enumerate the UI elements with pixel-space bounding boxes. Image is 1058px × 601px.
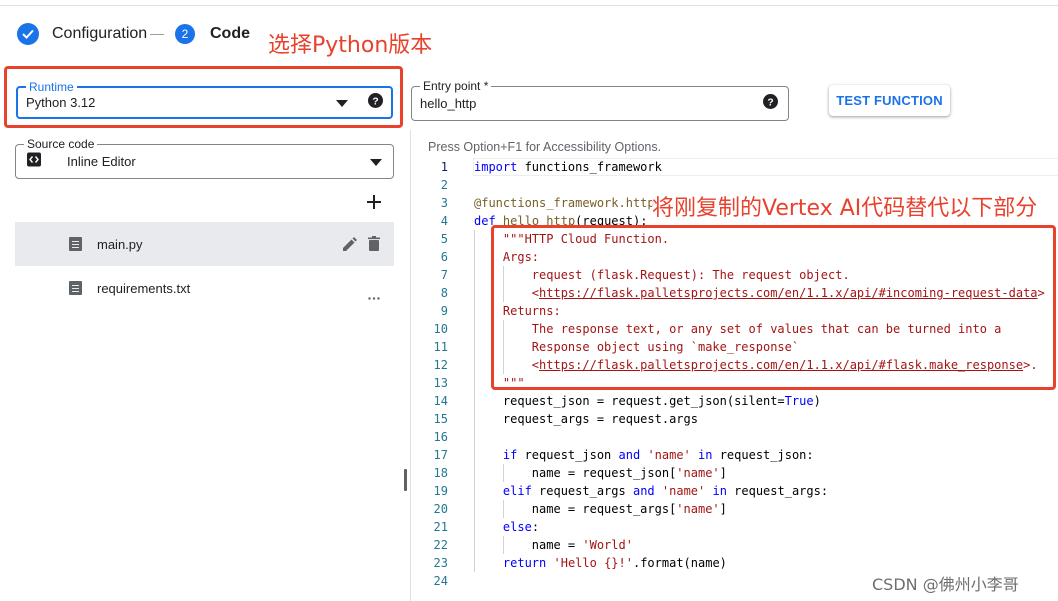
docstring-highlight-box [491, 225, 1056, 390]
code-line: 14 request_json = request.get_json(silen… [433, 394, 821, 408]
step-configuration-label: Configuration [52, 25, 148, 42]
file-icon [69, 281, 82, 295]
step-number-badge: 2 [175, 24, 195, 44]
source-code-value: Inline Editor [67, 154, 136, 169]
panel-divider [410, 130, 411, 601]
delete-icon[interactable] [368, 236, 380, 256]
arrow-drop-down-icon [336, 94, 348, 112]
source-code-select[interactable]: Source code Inline Editor [15, 137, 394, 179]
code-line: 15 request_args = request.args [433, 412, 698, 426]
file-name: requirements.txt [97, 280, 191, 296]
file-icon [69, 237, 82, 251]
runtime-select[interactable]: Runtime Python 3.12 ? [16, 80, 393, 119]
step-separator [150, 34, 164, 35]
accessibility-hint: Press Option+F1 for Accessibility Option… [428, 140, 662, 154]
step-code[interactable]: 2 Code [175, 24, 250, 44]
entry-point-input[interactable]: Entry point * hello_http ? [411, 79, 789, 121]
add-icon[interactable] [367, 195, 381, 214]
file-item-main-py[interactable]: main.py [15, 222, 394, 266]
code-line: 20 name = request_args['name'] [433, 502, 727, 516]
step-code-label: Code [210, 25, 250, 42]
svg-text:?: ? [767, 97, 773, 108]
arrow-drop-down-icon [370, 153, 382, 171]
code-line: 16 [433, 430, 448, 444]
svg-text:?: ? [372, 96, 378, 107]
code-line: 21 else: [433, 520, 540, 534]
file-name: main.py [97, 236, 143, 252]
help-icon[interactable]: ? [368, 92, 383, 113]
code-annotation: 将刚复制的Vertex AI代码替代以下部分 [652, 190, 1038, 222]
runtime-value: Python 3.12 [26, 95, 96, 110]
more-horiz-icon[interactable] [368, 287, 380, 305]
help-icon[interactable]: ? [763, 93, 778, 114]
code-line: 17 if request_json and 'name' in request… [433, 448, 814, 462]
code-line: 22 name = 'World' [433, 538, 633, 552]
edit-icon[interactable] [343, 237, 357, 256]
resize-handle[interactable] [404, 469, 407, 491]
watermark: CSDN @佛州小李哥 [872, 575, 1019, 594]
code-icon [27, 152, 41, 171]
file-item-requirements-txt[interactable]: requirements.txt [15, 266, 394, 310]
code-line: 19 elif request_args and 'name' in reque… [433, 484, 829, 498]
code-line: 18 name = request_json['name'] [433, 466, 727, 480]
code-line: 23 return 'Hello {}!'.format(name) [433, 556, 727, 570]
check-circle-icon [17, 23, 39, 45]
test-function-button[interactable]: TEST FUNCTION [829, 85, 950, 116]
runtime-annotation: 选择Python版本 [268, 33, 433, 58]
step-configuration[interactable]: Configuration [17, 23, 147, 45]
top-border [0, 0, 1058, 6]
entry-point-value: hello_http [420, 96, 477, 111]
code-line: 1 import functions_framework [440, 160, 662, 174]
